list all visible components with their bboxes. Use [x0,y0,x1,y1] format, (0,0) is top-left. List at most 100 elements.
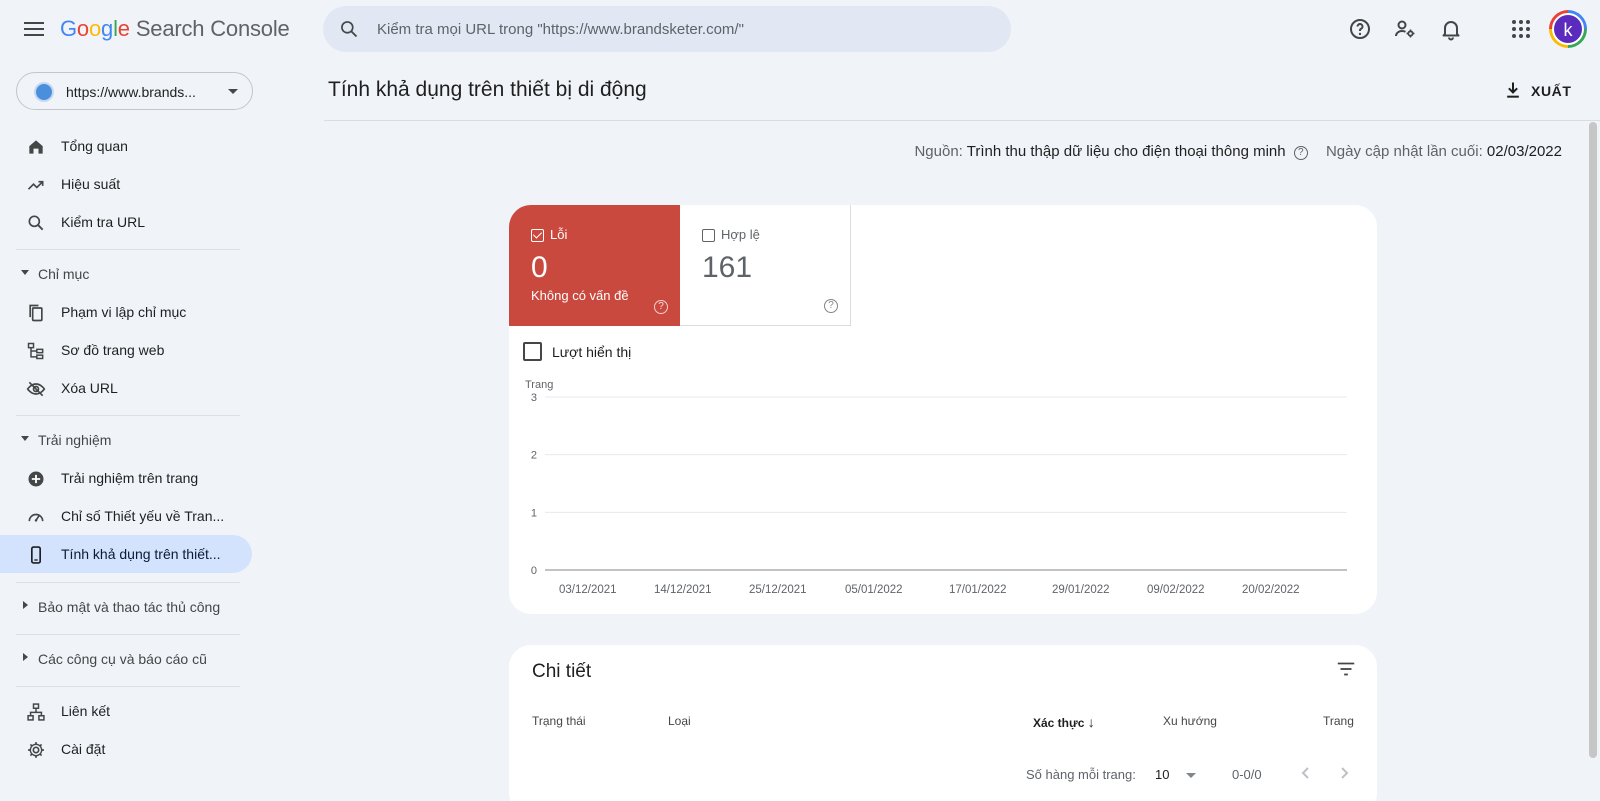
sidebar-item-label: Liên kết [61,703,111,719]
y-tick-label: 3 [531,392,537,404]
section-label: Trải nghiệm [38,432,112,448]
chevron-right-icon[interactable] [1332,761,1356,785]
column-header-label: Xác thực [1033,716,1085,730]
sidebar-item-label: Tổng quan [61,138,128,154]
help-icon[interactable] [1348,17,1372,41]
caret-down-icon [21,436,29,441]
chevron-left-icon[interactable] [1294,761,1318,785]
sitemap-icon [27,342,44,360]
sidebar-item-performance[interactable]: Hiệu suất [0,165,252,203]
sidebar-item-label: Xóa URL [61,380,118,396]
sidebar-section-index[interactable]: Chỉ mục [0,258,252,290]
error-tile-subtitle: Không có vấn đề [531,288,629,303]
checkbox-unchecked-icon[interactable] [702,229,715,242]
sidebar-section-experience[interactable]: Trải nghiệm [0,424,252,456]
valid-tile[interactable]: Hợp lệ 161 ? [680,205,851,326]
column-header-pages[interactable]: Trang [1323,714,1354,728]
sidebar-item-label: Chỉ số Thiết yếu về Tran... [61,508,225,524]
error-tile-label: Lỗi [550,227,568,242]
valid-tile-label: Hợp lệ [721,227,760,242]
pagination-range: 0-0/0 [1232,767,1262,782]
search-icon[interactable] [339,19,359,39]
sidebar-section-security[interactable]: Bảo mật và thao tác thủ công [0,591,252,623]
caret-right-icon [23,653,28,661]
sidebar-divider [16,686,240,687]
apps-grid-icon[interactable] [1509,17,1533,41]
sidebar-item-mobile-usability[interactable]: Tính khả dụng trên thiết... [0,535,252,573]
sidebar-item-label: Sơ đồ trang web [61,342,165,358]
url-inspection-search[interactable] [323,6,1011,52]
visibility-off-icon [26,381,46,397]
sort-arrow-down-icon: ↓ [1087,714,1095,730]
top-bar: Google Search Console k [0,0,1600,58]
sidebar-item-sitemaps[interactable]: Sơ đồ trang web [0,331,252,369]
x-tick-label: 17/01/2022 [949,584,1007,596]
trending-up-icon [27,180,44,190]
avatar-letter: k [1552,13,1584,45]
column-header-type[interactable]: Loại [668,714,691,728]
sidebar-item-label: Hiệu suất [61,176,121,192]
settings-icon [28,742,44,758]
rows-per-page-select[interactable]: 10 [1155,767,1169,782]
sidebar-item-overview[interactable]: Tổng quan [0,127,252,165]
source-label: Nguồn: [914,143,963,160]
sidebar-item-page-experience[interactable]: Trải nghiệm trên trang [0,459,252,497]
add-circle-icon [28,471,44,487]
x-tick-label: 20/02/2022 [1242,584,1300,596]
column-header-trend[interactable]: Xu hướng [1163,714,1217,728]
y-axis-label: Trang [525,379,553,391]
export-label: XUẤT [1531,83,1572,99]
sidebar-item-settings[interactable]: Cài đặt [0,730,252,768]
chevron-down-icon[interactable] [1186,773,1196,778]
sidebar-item-links[interactable]: Liên kết [0,692,252,730]
account-avatar[interactable]: k [1549,10,1587,48]
x-tick-label: 09/02/2022 [1147,584,1205,596]
property-globe-icon [34,82,54,102]
sidebar-item-index-coverage[interactable]: Phạm vi lập chỉ mục [0,293,252,331]
filter-icon[interactable] [1335,658,1357,680]
checkbox-checked-icon[interactable] [531,229,544,242]
column-header-validation[interactable]: Xác thực ↓ [1033,714,1095,730]
x-tick-label: 03/12/2021 [559,584,617,596]
main-menu-icon[interactable] [22,18,46,40]
caret-right-icon [23,601,28,609]
sidebar-item-removals[interactable]: Xóa URL [0,369,252,407]
section-label: Chỉ mục [38,266,90,282]
section-label: Bảo mật và thao tác thủ công [38,599,221,615]
sidebar-divider [16,249,240,250]
x-tick-label: 25/12/2021 [749,584,807,596]
sidebar-item-core-web-vitals[interactable]: Chỉ số Thiết yếu về Tran... [0,497,252,535]
file-copy-icon [29,304,43,322]
sidebar-divider [16,415,240,416]
google-search-console-logo[interactable]: Google Search Console [60,16,290,42]
help-icon[interactable]: ? [654,300,668,314]
sidebar-item-label: Trải nghiệm trên trang [61,470,199,486]
impressions-label: Lượt hiển thị [552,344,632,360]
sidebar-item-label: Phạm vi lập chỉ mục [61,304,187,320]
property-label: https://www.brands... [66,84,196,100]
rows-per-page-label: Số hàng mỗi trang: [1026,767,1136,782]
sidebar-divider [16,582,240,583]
error-tile[interactable]: Lỗi 0 Không có vấn đề ? [509,205,680,326]
chevron-down-icon [228,89,238,94]
help-icon[interactable]: ? [1293,146,1308,160]
scrollbar[interactable] [1589,122,1597,758]
search-icon [28,215,44,231]
manage-users-icon[interactable] [1393,17,1417,41]
sidebar-item-label: Kiểm tra URL [61,214,146,230]
x-tick-label: 05/01/2022 [845,584,903,596]
updated-value: 02/03/2022 [1486,143,1562,160]
source-info: Nguồn: Trình thu thập dữ liệu cho điện t… [914,143,1562,160]
product-name: Search Console [135,16,290,41]
help-icon[interactable]: ? [824,299,838,313]
details-title: Chi tiết [532,661,592,682]
checkbox-unchecked-icon[interactable] [523,342,542,361]
notifications-icon[interactable] [1439,17,1463,41]
sidebar-section-legacy[interactable]: Các công cụ và báo cáo cũ [0,643,252,675]
x-tick-label: 14/12/2021 [654,584,712,596]
search-input[interactable] [377,6,977,52]
x-tick-label: 29/01/2022 [1052,584,1110,596]
property-selector[interactable]: https://www.brands... [16,72,253,110]
column-header-status[interactable]: Trạng thái [532,714,586,728]
sidebar-item-url-inspection[interactable]: Kiểm tra URL [0,203,252,241]
